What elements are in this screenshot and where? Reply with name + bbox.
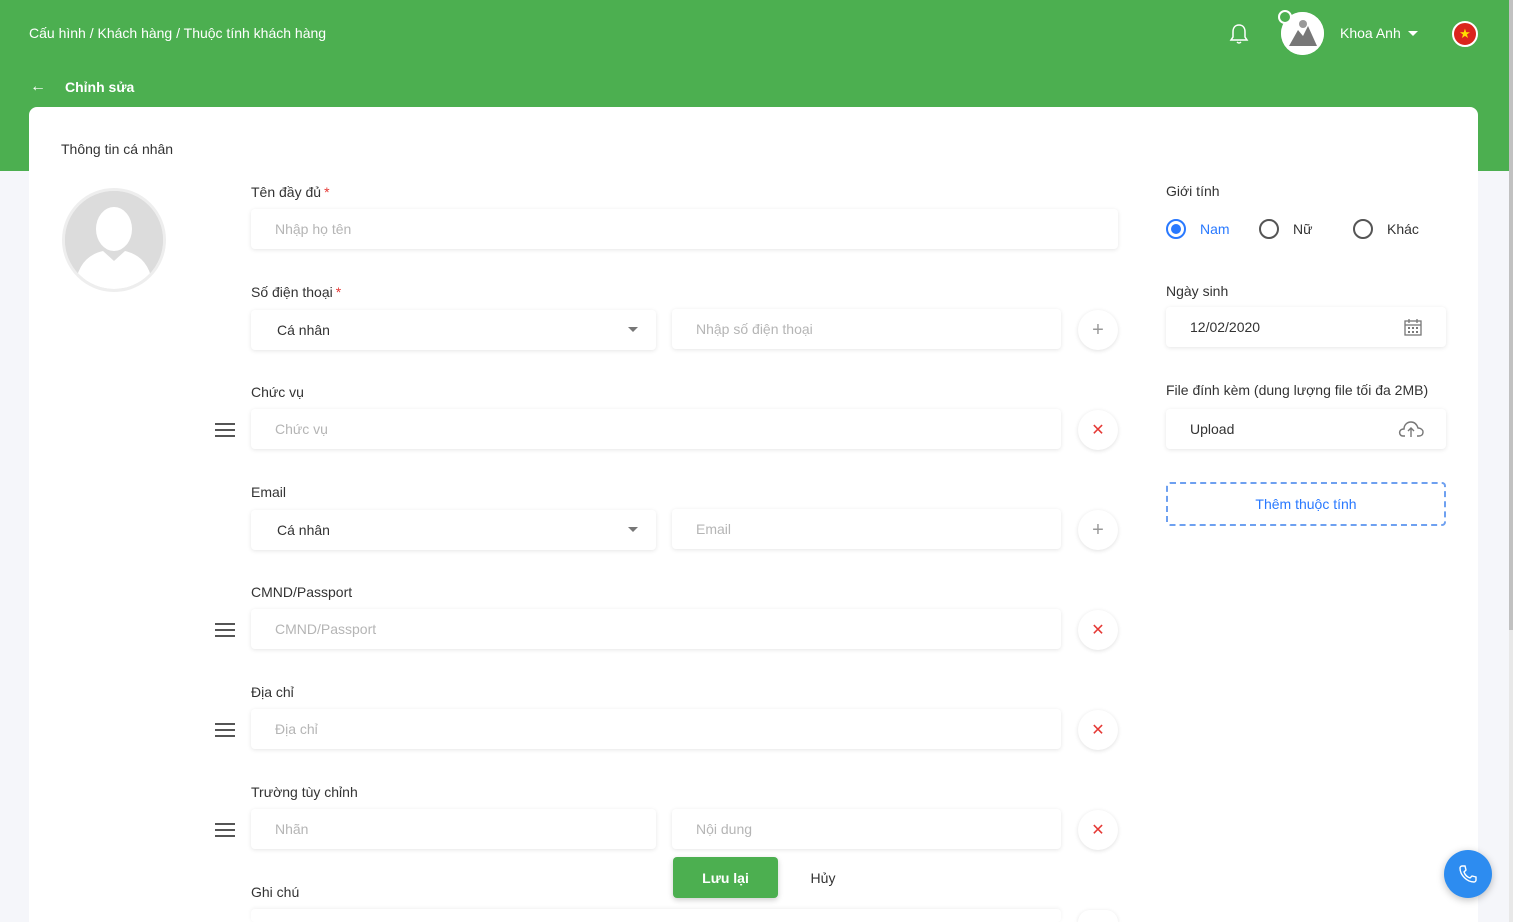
calendar-icon[interactable] — [1404, 318, 1422, 336]
phone-label: Số điện thoại * — [251, 284, 342, 300]
position-label: Chức vụ — [251, 384, 304, 400]
section-title: Thông tin cá nhân — [61, 141, 174, 157]
cancel-button[interactable]: Hủy — [796, 857, 850, 898]
gender-radio-other[interactable]: Khác — [1353, 219, 1419, 239]
gender-radio-female[interactable]: Nữ — [1259, 219, 1312, 239]
upload-button[interactable]: Upload — [1166, 409, 1446, 449]
back-arrow-icon[interactable]: ← — [30, 78, 46, 96]
address-label: Địa chỉ — [251, 684, 294, 700]
birthday-input[interactable]: 12/02/2020 — [1166, 307, 1446, 347]
call-button[interactable] — [1444, 850, 1492, 898]
phone-icon — [1459, 865, 1477, 883]
email-type-select[interactable]: Cá nhân — [251, 510, 656, 550]
gender-label: Giới tính — [1166, 183, 1220, 199]
plus-icon: + — [1092, 518, 1104, 541]
online-status-dot — [1278, 10, 1292, 24]
note-label: Ghi chú — [251, 884, 300, 900]
chevron-down-icon — [628, 327, 638, 332]
plus-icon: + — [1092, 318, 1104, 341]
birthday-label: Ngày sinh — [1166, 283, 1229, 299]
close-icon: ✕ — [1091, 822, 1105, 839]
user-silhouette-icon — [65, 191, 163, 289]
vietnam-flag-icon[interactable]: ★ — [1452, 21, 1478, 47]
address-input[interactable]: Địa chỉ — [251, 709, 1061, 749]
drag-handle-icon[interactable] — [215, 623, 235, 637]
chevron-down-icon[interactable] — [1408, 31, 1418, 36]
position-input[interactable]: Chức vụ — [251, 409, 1061, 449]
breadcrumb[interactable]: Cấu hình / Khách hàng / Thuộc tính khách… — [29, 25, 326, 41]
drag-handle-icon[interactable] — [215, 723, 235, 737]
attachment-label: File đính kèm (dung lượng file tối đa 2M… — [1166, 382, 1429, 398]
drag-handle-icon[interactable] — [215, 823, 235, 837]
idcard-input[interactable]: CMND/Passport — [251, 609, 1061, 649]
drag-handle-icon[interactable] — [215, 423, 235, 437]
close-icon: ✕ — [1091, 722, 1105, 739]
phone-type-select[interactable]: Cá nhân — [251, 310, 656, 350]
radio-unchecked-icon — [1259, 219, 1279, 239]
remove-position-button[interactable]: ✕ — [1078, 410, 1118, 450]
remove-custom-button[interactable]: ✕ — [1078, 810, 1118, 850]
save-button[interactable]: Lưu lại — [673, 857, 778, 898]
custom-key-input[interactable]: Nhãn — [251, 809, 656, 849]
add-attribute-button[interactable]: Thêm thuộc tính — [1166, 482, 1446, 526]
cloud-upload-icon — [1398, 421, 1424, 437]
add-phone-button[interactable]: + — [1078, 310, 1118, 350]
remove-idcard-button[interactable]: ✕ — [1078, 610, 1118, 650]
fullname-input[interactable]: Nhập họ tên — [251, 209, 1118, 249]
note-input[interactable] — [251, 909, 1061, 922]
close-icon: ✕ — [1091, 422, 1105, 439]
note-action-button[interactable] — [1078, 910, 1118, 922]
username[interactable]: Khoa Anh — [1340, 25, 1401, 41]
scrollbar-thumb[interactable] — [1509, 0, 1513, 630]
gender-radio-male[interactable]: Nam — [1166, 219, 1230, 239]
email-input[interactable]: Email — [672, 509, 1061, 549]
email-label: Email — [251, 484, 287, 500]
radio-checked-icon — [1166, 219, 1186, 239]
add-email-button[interactable]: + — [1078, 510, 1118, 550]
remove-address-button[interactable]: ✕ — [1078, 710, 1118, 750]
fullname-label: Tên đầy đủ * — [251, 184, 330, 200]
radio-unchecked-icon — [1353, 219, 1373, 239]
custom-value-input[interactable]: Nội dung — [672, 809, 1061, 849]
close-icon: ✕ — [1091, 622, 1105, 639]
chevron-down-icon — [628, 527, 638, 532]
phone-input[interactable]: Nhập số điện thoại — [672, 309, 1061, 349]
bell-icon[interactable] — [1229, 23, 1249, 45]
page-title: Chỉnh sửa — [65, 79, 135, 95]
profile-avatar[interactable] — [62, 188, 166, 292]
idcard-label: CMND/Passport — [251, 584, 353, 600]
custom-field-label: Trường tùy chỉnh — [251, 784, 358, 800]
